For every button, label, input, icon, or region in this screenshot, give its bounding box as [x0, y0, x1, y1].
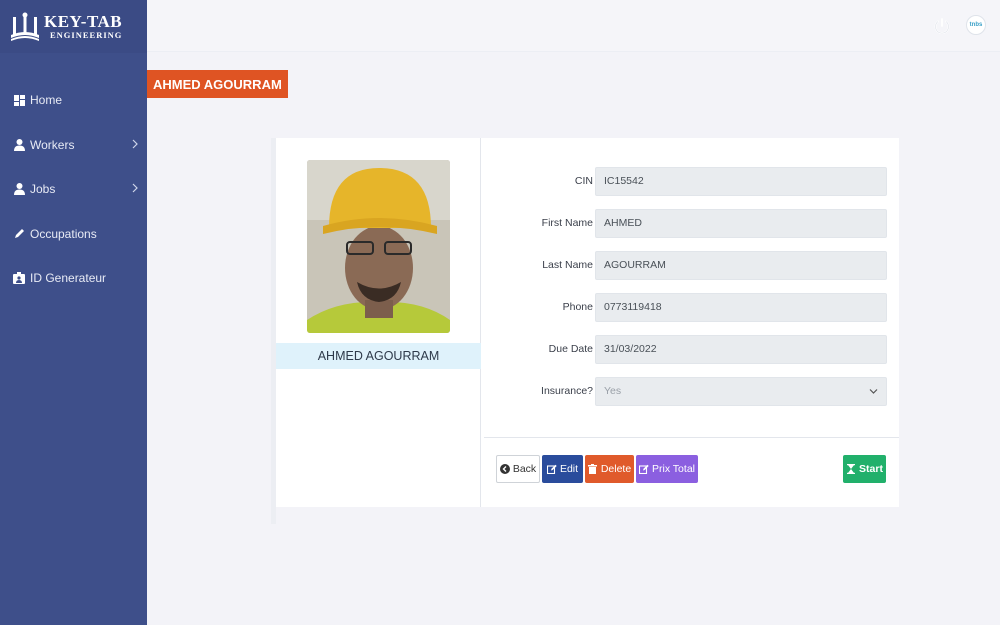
phone-label: Phone [562, 301, 593, 313]
sidebar-nav: Home Workers Jobs Occupations ID Generat… [0, 78, 147, 301]
user-icon [13, 138, 25, 151]
cin-row: CIN IC15542 [482, 167, 899, 196]
sidebar-item-label: Home [30, 93, 63, 108]
topbar: tnbs [147, 0, 1000, 52]
id-badge-icon [13, 272, 25, 285]
pencil-icon [13, 228, 25, 240]
insurance-label: Insurance? [541, 385, 593, 397]
sidebar-item-label: Occupations [30, 226, 97, 241]
sidebar-item-occupations[interactable]: Occupations [0, 212, 147, 257]
user-avatar[interactable]: tnbs [966, 15, 986, 35]
profile-column: AHMED AGOURRAM [276, 138, 481, 507]
cin-label: CIN [574, 175, 593, 187]
due-date-field[interactable]: 31/03/2022 [595, 335, 887, 364]
back-button[interactable]: Back [496, 455, 540, 483]
sidebar-item-label: Workers [30, 137, 75, 152]
insurance-row: Insurance? Yes [482, 377, 899, 406]
edit-icon [546, 464, 557, 474]
sidebar-item-workers[interactable]: Workers [0, 123, 147, 168]
chevron-right-icon [132, 138, 138, 152]
logo-icon [10, 11, 40, 43]
last-name-row: Last Name AGOURRAM [482, 251, 899, 280]
hourglass-icon [846, 464, 856, 474]
sidebar-item-home[interactable]: Home [0, 78, 147, 123]
dashboard-icon [13, 94, 25, 106]
back-label: Back [512, 463, 537, 475]
sidebar-item-jobs[interactable]: Jobs [0, 167, 147, 212]
sidebar-item-label: ID Generateur [30, 271, 107, 286]
brand-title: KEY-TAB [44, 12, 123, 32]
brand-subtitle: ENGINEERING [50, 30, 123, 41]
first-name-row: First Name AHMED [482, 209, 899, 238]
user-icon [13, 183, 25, 196]
edit-icon [639, 464, 649, 474]
chevron-down-icon [869, 378, 878, 416]
insurance-select[interactable]: Yes [595, 377, 887, 406]
phone-row: Phone 0773119418 [482, 293, 899, 322]
worker-card: AHMED AGOURRAM CIN IC15542 First Name AH… [276, 138, 899, 507]
trash-icon [588, 464, 598, 474]
sidebar-item-id-generateur[interactable]: ID Generateur [0, 256, 147, 301]
last-name-label: Last Name [542, 259, 593, 271]
due-date-row: Due Date 31/03/2022 [482, 335, 899, 364]
edit-button[interactable]: Edit [542, 455, 583, 483]
prix-total-button[interactable]: Prix Total [636, 455, 698, 483]
edit-label: Edit [559, 463, 579, 475]
cin-field[interactable]: IC15542 [595, 167, 887, 196]
sidebar-item-label: Jobs [30, 182, 56, 197]
power-icon[interactable] [933, 17, 951, 35]
prix-total-label: Prix Total [652, 463, 695, 475]
delete-button[interactable]: Delete [585, 455, 634, 483]
worker-photo [307, 160, 450, 333]
start-label: Start [859, 463, 883, 475]
worker-name: AHMED AGOURRAM [276, 343, 481, 369]
chevron-circle-left-icon [499, 464, 510, 474]
divider [484, 437, 899, 438]
insurance-value: Yes [604, 385, 622, 397]
chevron-right-icon [132, 182, 138, 196]
delete-label: Delete [600, 463, 632, 475]
start-button[interactable]: Start [843, 455, 886, 483]
last-name-field[interactable]: AGOURRAM [595, 251, 887, 280]
phone-field[interactable]: 0773119418 [595, 293, 887, 322]
page-title: AHMED AGOURRAM [147, 70, 288, 98]
brand[interactable]: KEY-TAB ENGINEERING [0, 0, 147, 53]
first-name-label: First Name [541, 217, 593, 229]
sidebar: KEY-TAB ENGINEERING Home Workers Jobs Oc… [0, 0, 147, 625]
due-date-label: Due Date [548, 343, 593, 355]
first-name-field[interactable]: AHMED [595, 209, 887, 238]
